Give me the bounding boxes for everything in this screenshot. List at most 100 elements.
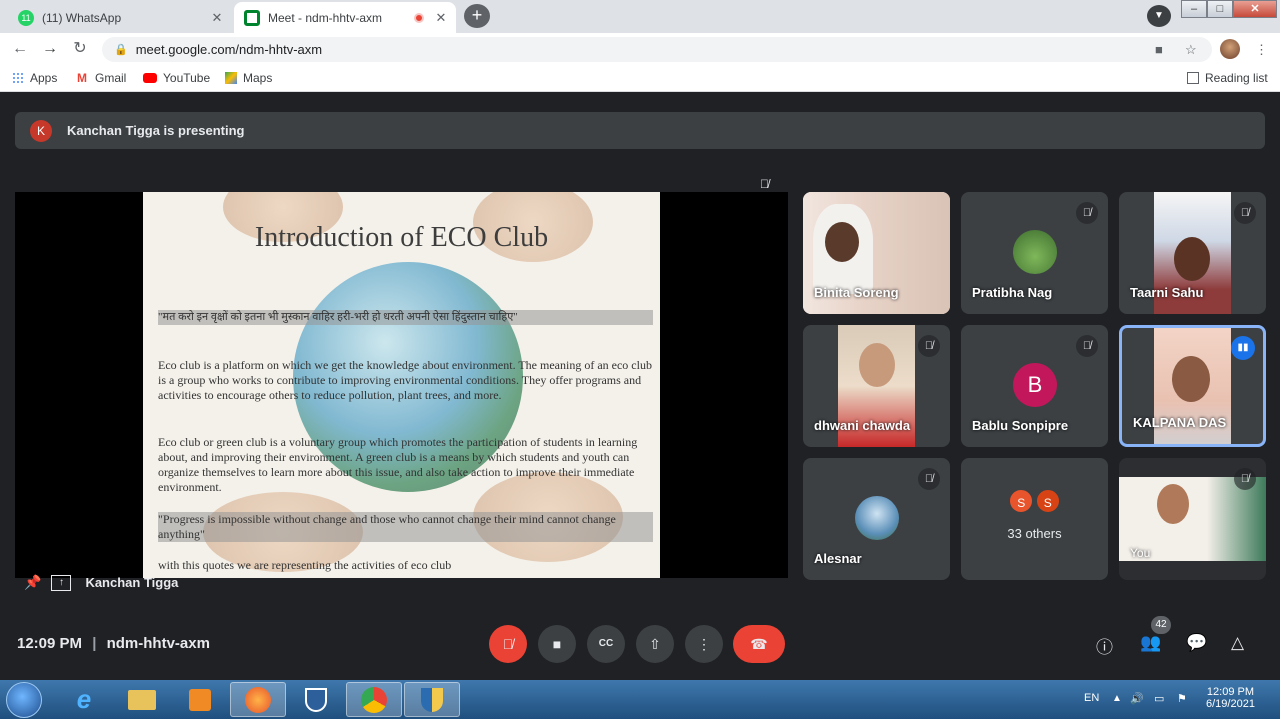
tab-search-icon[interactable]: ▼ bbox=[1147, 5, 1171, 27]
participant-name: You bbox=[1130, 546, 1151, 560]
presenter-label: 📌 ↑ Kanchan Tigga bbox=[24, 574, 178, 591]
self-tile[interactable]: 🎙̸ You bbox=[1119, 458, 1266, 580]
volume-icon[interactable]: 🔊 bbox=[1130, 692, 1144, 705]
mic-off-icon: 🎙̸ bbox=[918, 468, 940, 490]
profile-avatar[interactable] bbox=[1220, 39, 1240, 59]
mic-off-icon: 🎙̸ bbox=[918, 335, 940, 357]
clock[interactable]: 12:09 PM 6/19/2021 bbox=[1206, 686, 1255, 710]
participant-tile[interactable]: 🎙̸ Taarni Sahu bbox=[1119, 192, 1266, 314]
meeting-info: 12:09 PM | ndm-hhtv-axm bbox=[17, 635, 210, 652]
bookmark-gmail[interactable]: M Gmail bbox=[77, 71, 126, 85]
close-window-button[interactable]: ✕ bbox=[1233, 0, 1277, 18]
participant-tile[interactable]: 🎙̸ dhwani chawda bbox=[803, 325, 950, 447]
tab-meet[interactable]: Meet - ndm-hhtv-axm ✕ bbox=[234, 2, 456, 33]
clock-date: 6/19/2021 bbox=[1206, 698, 1255, 710]
reload-icon[interactable]: ↻ bbox=[70, 39, 90, 59]
chat-icon[interactable]: 💬 bbox=[1186, 633, 1207, 653]
participant-name: Pratibha Nag bbox=[972, 285, 1053, 300]
meet-main: K Kanchan Tigga is presenting Introducti… bbox=[0, 96, 1280, 680]
people-icon[interactable]: 👥 bbox=[1140, 633, 1161, 653]
participant-initial: B bbox=[1013, 363, 1057, 407]
meeting-code: ndm-hhtv-axm bbox=[106, 635, 210, 652]
internet-explorer-icon[interactable]: e bbox=[56, 682, 112, 717]
meet-icon bbox=[244, 9, 260, 26]
apps-grid-icon bbox=[12, 72, 24, 84]
show-hidden-icons[interactable]: ▲ bbox=[1112, 693, 1122, 704]
reading-list-icon bbox=[1187, 72, 1199, 84]
close-tab-icon[interactable]: ✕ bbox=[432, 10, 450, 26]
presentation-stage[interactable]: Introduction of ECO Club "मत करो इन वृक्… bbox=[15, 192, 788, 578]
chrome-icon[interactable] bbox=[346, 682, 402, 717]
camera-toggle-button[interactable]: ■ bbox=[538, 625, 576, 663]
bookmark-maps[interactable]: Maps bbox=[225, 71, 272, 85]
captions-button[interactable]: CC bbox=[587, 625, 625, 663]
file-explorer-icon[interactable] bbox=[114, 682, 170, 717]
maximize-button[interactable]: □ bbox=[1207, 0, 1233, 18]
participant-tile[interactable]: Binita Soreng bbox=[803, 192, 950, 314]
participant-avatar bbox=[1013, 230, 1057, 274]
others-tile[interactable]: S S 33 others bbox=[961, 458, 1108, 580]
tab-strip: 11 (11) WhatsApp ✕ Meet - ndm-hhtv-axm ✕… bbox=[0, 0, 1280, 33]
address-bar[interactable]: 🔒 meet.google.com/ndm-hhtv-axm bbox=[102, 37, 1212, 62]
participant-initial: S bbox=[1034, 488, 1061, 514]
youtube-icon bbox=[143, 73, 157, 83]
bookmark-youtube[interactable]: YouTube bbox=[143, 71, 210, 85]
participant-tile[interactable]: B 🎙̸ Bablu Sonpipre bbox=[961, 325, 1108, 447]
slide-quote-english: "Progress is impossible without change a… bbox=[158, 512, 653, 542]
defender-icon[interactable] bbox=[288, 682, 344, 717]
forward-icon[interactable]: → bbox=[40, 39, 60, 59]
participant-tile[interactable]: 🎙̸ Alesnar bbox=[803, 458, 950, 580]
media-player-icon[interactable] bbox=[172, 682, 228, 717]
presenting-text: Kanchan Tigga is presenting bbox=[67, 123, 245, 138]
others-group: S S 33 others bbox=[961, 488, 1108, 541]
mic-toggle-button[interactable]: 🎙̸ bbox=[489, 625, 527, 663]
action-center-icon[interactable]: ⚑ bbox=[1177, 692, 1187, 705]
tab-title: Meet - ndm-hhtv-axm bbox=[268, 10, 383, 25]
face-video bbox=[825, 222, 859, 262]
participant-tile[interactable]: ▮▮ KALPANA DAS bbox=[1119, 325, 1266, 447]
new-tab-button[interactable]: + bbox=[464, 4, 490, 28]
clock-time: 12:09 PM bbox=[1206, 686, 1255, 698]
participant-name: Binita Soreng bbox=[814, 285, 899, 300]
reading-list[interactable]: Reading list bbox=[1187, 71, 1268, 85]
close-tab-icon[interactable]: ✕ bbox=[208, 10, 226, 26]
present-button[interactable]: ⇧ bbox=[636, 625, 674, 663]
activities-icon[interactable]: △ bbox=[1231, 633, 1244, 653]
url-text: meet.google.com/ndm-hhtv-axm bbox=[135, 42, 323, 57]
security-shield-icon[interactable] bbox=[404, 682, 460, 717]
more-options-button[interactable]: ⋮ bbox=[685, 625, 723, 663]
tab-whatsapp[interactable]: 11 (11) WhatsApp ✕ bbox=[8, 2, 232, 33]
star-icon[interactable]: ☆ bbox=[1185, 42, 1197, 58]
meeting-time: 12:09 PM bbox=[17, 635, 83, 652]
leave-call-button[interactable]: ☎ bbox=[733, 625, 785, 663]
language-indicator[interactable]: EN bbox=[1084, 692, 1099, 704]
back-icon[interactable]: ← bbox=[10, 39, 30, 59]
meeting-details-icon[interactable]: ⓘ bbox=[1096, 633, 1113, 658]
network-icon[interactable]: ▭ bbox=[1154, 692, 1164, 705]
start-button[interactable] bbox=[6, 682, 42, 718]
people-count-badge: 42 bbox=[1151, 616, 1171, 634]
presenter-name: Kanchan Tigga bbox=[85, 575, 179, 590]
mic-off-icon: 🎙̸ bbox=[1234, 202, 1256, 224]
slide-closing: with this quotes we are representing the… bbox=[158, 558, 452, 572]
menu-icon[interactable]: ⋮ bbox=[1255, 42, 1268, 58]
reading-list-label: Reading list bbox=[1205, 71, 1268, 85]
bookmark-apps[interactable]: Apps bbox=[12, 71, 57, 85]
camera-icon[interactable]: ■ bbox=[1155, 42, 1163, 57]
participant-tile[interactable]: 🎙̸ Pratibha Nag bbox=[961, 192, 1108, 314]
participant-name: Bablu Sonpipre bbox=[972, 418, 1069, 433]
present-icon: ↑ bbox=[51, 574, 72, 591]
bookmarks-bar: Apps M Gmail YouTube Maps Reading list bbox=[0, 65, 1280, 92]
tab-title: (11) WhatsApp bbox=[42, 10, 122, 25]
face-video bbox=[1157, 484, 1189, 524]
bookmark-label: Gmail bbox=[95, 71, 127, 85]
slide: Introduction of ECO Club "मत करो इन वृक्… bbox=[143, 192, 660, 578]
pin-icon[interactable]: 📌 bbox=[24, 574, 41, 591]
minimize-button[interactable]: – bbox=[1181, 0, 1207, 18]
maps-icon bbox=[225, 72, 237, 84]
participant-initial: S bbox=[1008, 488, 1035, 514]
slide-paragraph: Eco club is a platform on which we get t… bbox=[158, 358, 652, 402]
mic-off-icon: 🎙̸ bbox=[1076, 335, 1098, 357]
participant-name: dhwani chawda bbox=[814, 418, 911, 433]
firefox-icon[interactable] bbox=[230, 682, 286, 717]
